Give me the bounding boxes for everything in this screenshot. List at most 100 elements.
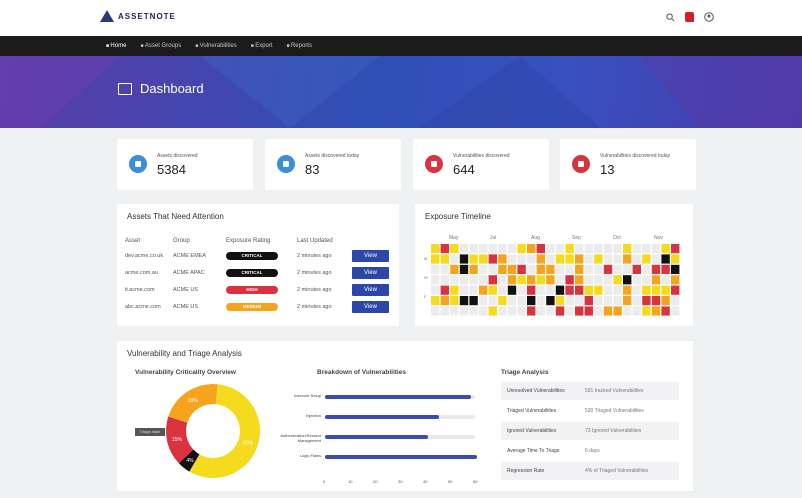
nav-item-reports[interactable]: ■ Reports <box>287 43 312 49</box>
heatmap-cell <box>527 306 536 316</box>
heatmap-cell <box>565 296 574 306</box>
exposure-rating: CRITICAL <box>226 264 297 281</box>
heatmap-cell <box>459 275 469 285</box>
criticality-donut-chart: 50% 4% 15% 19% <box>166 384 260 478</box>
heatmap-cell <box>651 306 661 316</box>
heatmap-cell <box>527 244 536 254</box>
heatmap-cell <box>459 296 469 306</box>
triage-key: Ignored Vulnerabilities <box>507 428 557 434</box>
stat-label: Vulnerabilities discovered <box>453 153 510 159</box>
stat-card-vulnerabilities-today: Vulnerabilities discovered today 13 <box>560 139 696 190</box>
asset-name[interactable]: it.acme.com <box>125 281 173 298</box>
rating-badge: CRITICAL <box>226 251 278 260</box>
nav-item-export[interactable]: ■ Export <box>251 43 273 49</box>
heatmap-cell <box>536 285 545 295</box>
column-header <box>352 234 392 247</box>
search-icon[interactable] <box>666 12 675 22</box>
criticality-title: Vulnerability Criticality Overview <box>135 369 236 376</box>
heatmap-cell <box>661 285 670 295</box>
nav-label: Export <box>255 43 273 49</box>
heatmap-cell <box>584 244 593 254</box>
bar-label: Authentication/Session Management <box>280 433 321 443</box>
stat-card-assets-today: Assets discovered today 83 <box>265 139 401 190</box>
heatmap-cell <box>642 264 651 274</box>
view-button[interactable]: View <box>352 266 389 279</box>
donut-label: 50% <box>243 440 254 446</box>
heatmap-cell <box>546 296 555 306</box>
view-button[interactable]: View <box>352 300 389 313</box>
heatmap-cell <box>671 254 680 264</box>
heatmap-cell <box>555 254 565 264</box>
breakdown-chart: Insecure Setup Injection Authentication/Se… <box>267 381 487 491</box>
heatmap-cell <box>527 254 536 264</box>
triage-key: Average Time To Triage <box>507 448 560 454</box>
column-header: Exposure Rating <box>226 237 271 244</box>
heatmap-cell <box>536 275 545 285</box>
heatmap-cell <box>488 244 497 254</box>
heatmap-cell <box>507 264 517 274</box>
assets-today-icon <box>277 155 295 173</box>
heatmap-cell <box>623 306 632 316</box>
bar[interactable] <box>325 435 428 439</box>
vulnerabilities-icon <box>425 155 443 173</box>
column-header: Asset <box>125 237 141 244</box>
nav-item-asset-groups[interactable]: ■ Asset Groups <box>140 43 181 49</box>
exposure-rating: CRITICAL <box>226 247 297 264</box>
weekday-label: W <box>424 275 428 280</box>
axis-tick: 0 <box>323 479 326 484</box>
last-updated: 2 minutes ago <box>297 303 332 310</box>
notification-flag-icon[interactable] <box>685 12 694 22</box>
logo-icon <box>100 10 114 22</box>
heatmap-cell <box>431 244 440 254</box>
heatmap-cell <box>613 254 622 264</box>
bar[interactable] <box>325 455 478 459</box>
assets-table: Asset Group Exposure Rating Last Updated… <box>125 234 392 315</box>
logo[interactable]: ASSETNOTE <box>100 10 176 22</box>
stat-value: 13 <box>600 162 615 177</box>
heatmap-cell <box>603 264 613 274</box>
heatmap-cell <box>565 264 574 274</box>
heatmap-cell <box>632 244 641 254</box>
heatmap-cell <box>488 275 497 285</box>
heatmap-cell <box>603 296 613 306</box>
heatmap-cell <box>613 275 622 285</box>
heatmap-cell <box>584 264 593 274</box>
nav-item-vulnerabilities[interactable]: ■ Vulnerabilities <box>195 43 237 49</box>
heatmap-cell <box>469 254 478 264</box>
heatmap-cell <box>594 285 603 295</box>
heatmap-cell <box>584 306 593 316</box>
bar[interactable] <box>325 395 471 399</box>
heatmap-cell <box>603 306 613 316</box>
view-button[interactable]: View <box>352 283 389 296</box>
heatmap-cell <box>507 296 517 306</box>
exposure-heatmap <box>431 244 680 316</box>
bar[interactable] <box>325 415 439 419</box>
triage-row: Regression Rate 4% of Triaged Vulnerabili… <box>501 462 679 480</box>
user-account-icon[interactable] <box>704 12 714 22</box>
nav-item-home[interactable]: ■ Home <box>106 43 126 49</box>
heatmap-cell <box>642 275 651 285</box>
triage-row: Average Time To Triage 6 days <box>501 442 679 460</box>
last-updated: 2 minutes ago <box>297 286 332 293</box>
axis-tick: 30 <box>398 479 403 484</box>
triage-value: 6 days <box>585 448 600 454</box>
asset-name[interactable]: dev.acme.co.uk <box>125 247 173 264</box>
view-button[interactable]: View <box>352 249 389 262</box>
top-bar: ASSETNOTE <box>0 0 802 36</box>
heatmap-cell <box>651 296 661 306</box>
heatmap-cell <box>584 285 593 295</box>
heatmap-cell <box>603 285 613 295</box>
nav-label: Asset Groups <box>144 43 182 49</box>
heatmap-cell <box>651 244 661 254</box>
heatmap-cell <box>469 306 478 316</box>
heatmap-cell <box>613 306 622 316</box>
heatmap-cell <box>527 275 536 285</box>
heatmap-cell <box>661 306 670 316</box>
heatmap-cell <box>594 275 603 285</box>
asset-name[interactable]: abc.acme.com <box>125 298 173 315</box>
month-label: May <box>449 235 459 241</box>
table-row: dev.acme.co.uk ACME EMEA CRITICAL 2 minutes… <box>125 247 392 264</box>
heatmap-cell <box>613 285 622 295</box>
asset-name[interactable]: acme.com.au <box>125 264 173 281</box>
heatmap-cell <box>479 296 488 306</box>
